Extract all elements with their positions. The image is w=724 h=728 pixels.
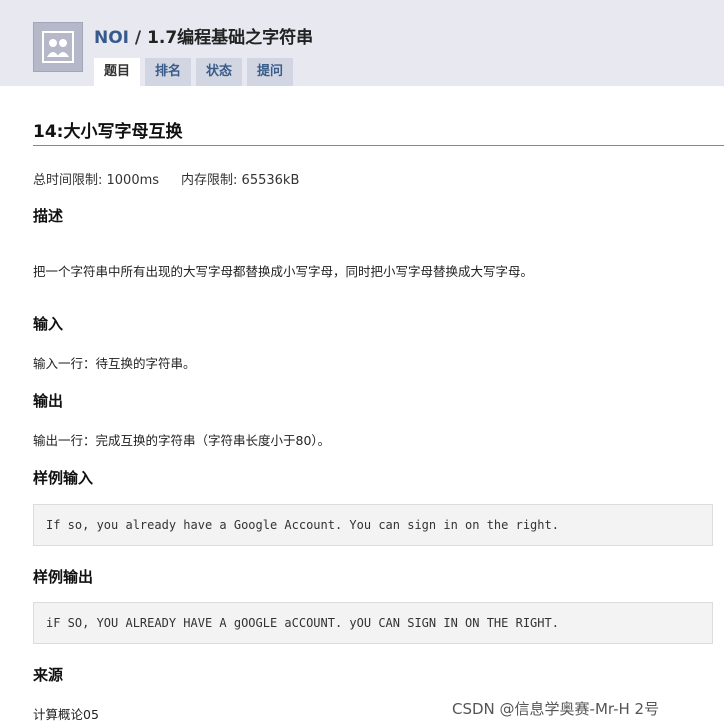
tab-status[interactable]: 状态 <box>196 58 243 86</box>
breadcrumb-root-link[interactable]: NOI <box>94 28 129 48</box>
sample-output-heading: 样例输出 <box>33 568 94 586</box>
breadcrumb: NOI / 1.7编程基础之字符串 <box>94 23 313 48</box>
problem-title: 14:大小写字母互换 <box>33 122 183 142</box>
description-heading: 描述 <box>33 207 64 225</box>
tab-ranking[interactable]: 排名 <box>145 58 192 86</box>
users-icon <box>42 31 74 63</box>
breadcrumb-separator: / <box>129 28 148 48</box>
time-limit: 总时间限制: 1000ms <box>33 173 160 188</box>
breadcrumb-course-link[interactable]: 1.7编程基础之字符串 <box>147 28 313 48</box>
page-header: NOI / 1.7编程基础之字符串 题目 排名 状态 提问 <box>0 0 724 86</box>
source-heading: 来源 <box>33 666 64 684</box>
input-text: 输入一行：待互换的字符串。 <box>33 356 196 371</box>
input-heading: 输入 <box>33 315 64 333</box>
description-text: 把一个字符串中所有出现的大写字母都替换成小写字母，同时把小写字母替换成大写字母。 <box>33 264 534 279</box>
sample-output-box[interactable]: iF SO, YOU ALREADY HAVE A gOOGLE aCCOUNT… <box>33 602 713 644</box>
group-avatar <box>33 22 83 72</box>
output-heading: 输出 <box>33 392 64 410</box>
memory-limit: 内存限制: 65536kB <box>181 173 300 188</box>
problem-tabs: 题目 排名 状态 提问 <box>94 58 294 86</box>
sample-input-box[interactable]: If so, you already have a Google Account… <box>33 504 713 546</box>
sample-input-heading: 样例输入 <box>33 469 94 487</box>
csdn-watermark: CSDN @信息学奥赛-Mr-H 2号 <box>452 700 660 718</box>
title-divider <box>33 145 724 146</box>
source-text: 计算概论05 <box>33 707 99 722</box>
tab-problem[interactable]: 题目 <box>94 58 141 86</box>
problem-limits: 总时间限制: 1000ms 内存限制: 65536kB <box>33 169 299 188</box>
output-text: 输出一行：完成互换的字符串（字符串长度小于80）。 <box>33 433 331 448</box>
tab-questions[interactable]: 提问 <box>247 58 294 86</box>
